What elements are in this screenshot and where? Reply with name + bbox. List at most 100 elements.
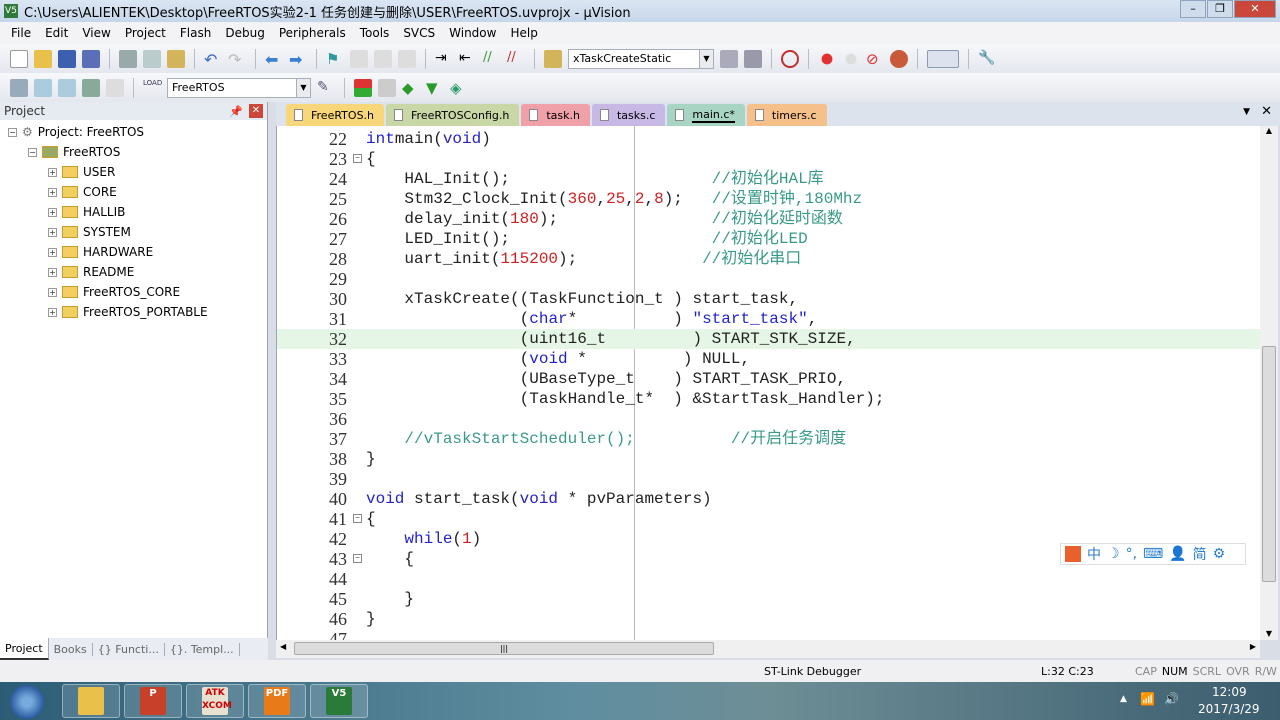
pack-installer-icon[interactable]: ▼	[426, 79, 444, 97]
expand-icon[interactable]: +	[48, 307, 57, 317]
breakpoint-icon[interactable]	[818, 49, 836, 68]
vertical-scrollbar[interactable]: ▲ ▼	[1260, 126, 1278, 640]
find-in-files-icon[interactable]	[544, 49, 562, 68]
undo-icon[interactable]: ↶	[204, 50, 222, 69]
panel-tab[interactable]: Project	[0, 638, 49, 660]
nav-back-icon[interactable]: ⬅	[265, 50, 283, 69]
horizontal-scrollbar[interactable]: ◀ ||| ▶	[276, 640, 1260, 658]
menu-file[interactable]: File	[4, 26, 38, 40]
tray-arrow-icon[interactable]: ▲	[1120, 694, 1127, 704]
code-line[interactable]: 33 (void * ) NULL,	[277, 349, 1260, 369]
chevron-down-icon[interactable]: ▼	[699, 49, 713, 68]
code-line[interactable]: 24 HAL_Init(); //初始化HAL库	[277, 169, 1260, 189]
ime-button[interactable]: ⚙	[1213, 546, 1226, 562]
fold-toggle-icon[interactable]: −	[353, 554, 362, 563]
code-line[interactable]: 38}	[277, 449, 1260, 469]
ime-button[interactable]: 中	[1087, 544, 1101, 564]
code-line[interactable]: 34 (UBaseType_t ) START_TASK_PRIO,	[277, 369, 1260, 389]
taskbar-app[interactable]: ATK XCOM	[186, 684, 244, 718]
expand-icon[interactable]: +	[48, 247, 57, 257]
clock-time[interactable]: 12:09	[1212, 685, 1247, 699]
code-line[interactable]: 25 Stm32_Clock_Init(360,25,2,8); //设置时钟,…	[277, 189, 1260, 209]
incremental-find-icon[interactable]	[744, 49, 762, 68]
chevron-down-icon[interactable]: ▼	[296, 78, 310, 97]
code-line[interactable]: 35 (TaskHandle_t* ) &StartTask_Handler);	[277, 389, 1260, 409]
save-all-icon[interactable]	[82, 49, 100, 68]
code-line[interactable]: 46}	[277, 609, 1260, 629]
close-tab-icon[interactable]: ✕	[1261, 104, 1272, 119]
tree-group[interactable]: + HARDWARE	[48, 242, 153, 262]
fold-toggle-icon[interactable]: −	[353, 154, 362, 163]
file-tab[interactable]: FreeRTOSConfig.h	[386, 104, 520, 126]
file-tab[interactable]: tasks.c	[591, 104, 666, 126]
panel-tab[interactable]: Books	[49, 642, 93, 656]
tree-project-root[interactable]: − ⚙ Project: FreeRTOS	[8, 122, 144, 142]
code-line[interactable]: 44	[277, 569, 1260, 589]
select-packs-icon[interactable]: ◆	[402, 79, 420, 97]
ime-button[interactable]: ⌨	[1143, 546, 1163, 562]
code-line[interactable]: 45 }	[277, 589, 1260, 609]
file-tab[interactable]: main.c*	[667, 104, 745, 126]
close-button[interactable]: ✕	[1234, 0, 1276, 18]
ime-button[interactable]: ☽	[1107, 546, 1120, 562]
window-layout-icon[interactable]	[927, 49, 959, 68]
menu-window[interactable]: Window	[442, 26, 503, 40]
find-icon[interactable]	[720, 49, 738, 68]
code-line[interactable]: 40 void start_task(void * pvParameters)	[277, 489, 1260, 509]
tree-group[interactable]: + FreeRTOS_CORE	[48, 282, 180, 302]
taskbar-app[interactable]: P	[124, 684, 182, 718]
run-time-env-icon[interactable]: ◈	[450, 79, 468, 97]
disable-breakpoint-icon[interactable]	[842, 49, 860, 68]
code-line[interactable]: 30 xTaskCreate((TaskFunction_t ) start_t…	[277, 289, 1260, 309]
stop-build-icon[interactable]	[106, 78, 124, 97]
menu-tools[interactable]: Tools	[353, 26, 397, 40]
menu-edit[interactable]: Edit	[38, 26, 75, 40]
configure-icon[interactable]: 🔧	[978, 50, 996, 68]
code-line[interactable]: 29	[277, 269, 1260, 289]
open-file-icon[interactable]	[34, 49, 52, 68]
expand-icon[interactable]: +	[48, 187, 57, 197]
ime-button[interactable]: 简	[1193, 544, 1207, 564]
kill-all-breakpoints-icon[interactable]	[890, 49, 908, 68]
manage-project-icon[interactable]	[378, 78, 396, 97]
unindent-icon[interactable]: ⇤	[459, 50, 477, 68]
network-icon[interactable]: 📶	[1140, 692, 1155, 706]
tree-group[interactable]: + USER	[48, 162, 115, 182]
taskbar-app[interactable]: PDF	[248, 684, 306, 718]
code-line[interactable]: 23−{	[277, 149, 1260, 169]
build-icon[interactable]	[34, 78, 52, 97]
tab-list-icon[interactable]: ▼	[1243, 107, 1250, 117]
next-bookmark-icon[interactable]	[374, 49, 392, 68]
menu-project[interactable]: Project	[118, 26, 173, 40]
expand-icon[interactable]: +	[48, 207, 57, 217]
load-icon[interactable]: LOAD	[143, 79, 162, 97]
minimize-button[interactable]: –	[1180, 0, 1206, 18]
expand-icon[interactable]: +	[48, 167, 57, 177]
code-line[interactable]: 36	[277, 409, 1260, 429]
ime-button[interactable]: 👤	[1169, 546, 1186, 562]
taskbar-app[interactable]	[62, 684, 120, 718]
volume-icon[interactable]: 🔊	[1164, 692, 1179, 706]
bookmark-icon[interactable]: ⚑	[326, 50, 344, 68]
kill-breakpoints-icon[interactable]: ⊘	[866, 50, 884, 68]
panel-tab[interactable]: {}. Templ...	[165, 642, 240, 656]
file-tab[interactable]: task.h	[521, 104, 590, 126]
prev-bookmark-icon[interactable]	[350, 49, 368, 68]
expand-icon[interactable]: +	[48, 267, 57, 277]
copy-icon[interactable]	[143, 49, 161, 68]
batch-build-icon[interactable]	[82, 78, 100, 97]
panel-tab[interactable]: {} Functi...	[93, 642, 165, 656]
close-panel-icon[interactable]: ✕	[249, 104, 263, 118]
expand-icon[interactable]: +	[48, 287, 57, 297]
expand-icon[interactable]: +	[48, 227, 57, 237]
save-icon[interactable]	[58, 49, 76, 68]
indent-icon[interactable]: ⇥	[435, 50, 453, 68]
tree-group[interactable]: + HALLIB	[48, 202, 125, 222]
code-line[interactable]: 41−{	[277, 509, 1260, 529]
code-line[interactable]: 32 (uint16_t ) START_STK_SIZE,	[277, 329, 1260, 349]
tree-group[interactable]: + FreeRTOS_PORTABLE	[48, 302, 208, 322]
find-combo[interactable]: xTaskCreateStatic ▼	[568, 48, 714, 69]
manage-components-icon[interactable]	[354, 78, 372, 97]
tree-group[interactable]: + README	[48, 262, 134, 282]
cut-icon[interactable]	[119, 49, 137, 68]
